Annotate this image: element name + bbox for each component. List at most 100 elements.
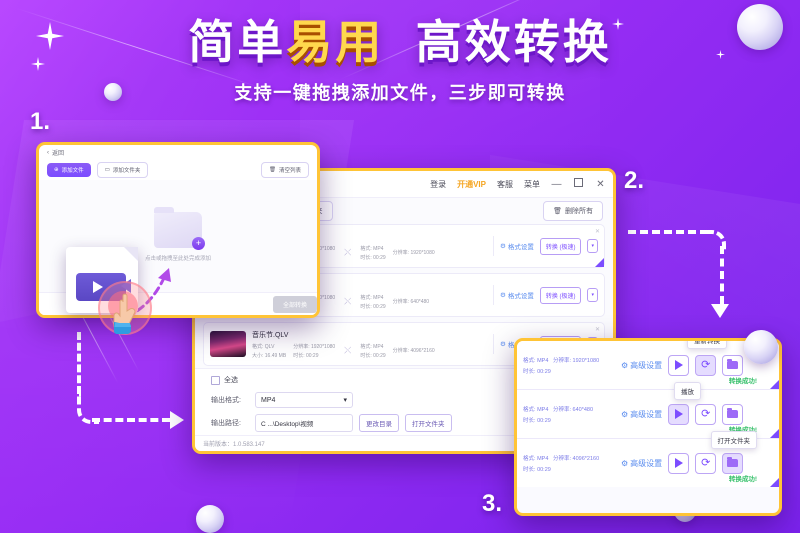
resolution-label: 分辨率:	[552, 357, 571, 364]
guide-arrow-2-vertical	[720, 246, 724, 304]
login-link[interactable]: 登录	[430, 179, 446, 190]
support-link[interactable]: 客服	[497, 179, 513, 190]
tooltip-reconvert: 重新转换	[687, 341, 727, 349]
format-settings-button[interactable]: ⚙格式设置	[500, 290, 534, 300]
resolution-value: 4096*2160	[572, 455, 600, 462]
size-label: 大小:	[252, 352, 264, 359]
corner-marker	[770, 380, 779, 389]
format-label: 格式:	[252, 343, 264, 350]
delete-all-button[interactable]: 🗑 删除所有	[543, 201, 603, 221]
file-name: 音乐节.QLV	[252, 331, 289, 339]
advanced-settings-button[interactable]: ⚙ 高级设置	[621, 409, 662, 420]
gear-icon: ⚙	[499, 292, 506, 299]
src-duration-value: 00:29	[305, 352, 319, 359]
clear-list-button[interactable]: 🗑 清空列表	[261, 162, 309, 178]
out-format-value: MP4	[373, 343, 384, 350]
play-button[interactable]	[668, 403, 690, 425]
open-folder-button[interactable]: 打开文件夹	[405, 414, 452, 432]
reconvert-button[interactable]: ⟳	[695, 354, 717, 376]
advanced-settings-label: 高级设置	[630, 409, 663, 419]
convert-button[interactable]: 转换 (极速)	[539, 237, 582, 255]
close-icon[interactable]: ✕	[595, 326, 600, 333]
output-format-select[interactable]: MP4 ▾	[255, 392, 353, 408]
close-icon[interactable]: ✕	[595, 228, 600, 235]
advanced-settings-label: 高级设置	[630, 458, 663, 468]
refresh-icon: ⟳	[701, 358, 711, 371]
gear-icon: ⚙	[621, 409, 629, 419]
menu-link[interactable]: 菜单	[524, 179, 540, 190]
play-icon	[674, 360, 683, 370]
add-folder-button[interactable]: ▭ 添加文件夹	[96, 162, 149, 178]
divider	[492, 285, 494, 305]
chevron-left-icon[interactable]: ‹	[47, 150, 49, 156]
format-settings-label: 格式设置	[507, 293, 534, 300]
corner-marker	[595, 258, 604, 267]
guide-arrow-2-head	[711, 304, 729, 318]
guide-arrow-1-horizontal	[92, 418, 170, 422]
out-resolution-label: 分辨率:	[392, 348, 410, 354]
out-format-label: 格式:	[360, 294, 372, 301]
shuffle-icon: ⤬	[344, 247, 352, 257]
format-settings-button[interactable]: ⚙格式设置	[500, 241, 534, 251]
src-size-value: 16.49 MB	[264, 352, 287, 359]
close-icon[interactable]: ✕	[595, 179, 606, 190]
format-label: 格式:	[523, 357, 536, 364]
convert-button[interactable]: 转换 (极速)	[539, 286, 582, 304]
chevron-down-icon[interactable]: ▾	[587, 288, 598, 302]
step3-window[interactable]: ✕ 格式: MP4 分辨率: 1920*1080 时长: 00:29 ⚙高级设置…	[514, 338, 782, 516]
list-item[interactable]: 格式: MP4 分辨率: 1920*1080 时长: 00:29 ⚙ 高级设置 ⟳…	[517, 341, 779, 390]
advanced-settings-button[interactable]: ⚙ 高级设置	[621, 360, 662, 371]
folder-icon	[727, 359, 739, 369]
panel1-header: ‹ 返回	[39, 145, 317, 160]
reconvert-button[interactable]: ⟳	[695, 403, 717, 425]
resolution-value: 640*480	[572, 406, 594, 413]
headline-part-3: 高效转换	[415, 16, 612, 68]
corner-marker	[770, 478, 779, 487]
output-path-input[interactable]: C ...\Desktop\视频	[255, 414, 353, 432]
shuffle-icon: ⤬	[344, 296, 352, 306]
shuffle-icon: ⤬	[344, 345, 352, 355]
gear-icon: ⚙	[621, 458, 629, 468]
duration-label: 时长:	[523, 466, 536, 473]
panel1-toolbar: ⊕ 添加文件 ▭ 添加文件夹 🗑 清空列表	[39, 160, 317, 180]
play-button[interactable]	[668, 452, 690, 474]
reconvert-button[interactable]: ⟳	[695, 452, 717, 474]
status-badge: 转换成功!	[728, 378, 757, 385]
headline-title: 简单易用 高效转换	[0, 18, 800, 67]
vip-link[interactable]: 开通VIP	[457, 179, 486, 190]
decorative-sphere	[196, 505, 224, 533]
maximize-icon[interactable]	[573, 178, 584, 190]
corner-marker	[770, 429, 779, 438]
chevron-down-icon[interactable]: ▾	[587, 239, 598, 253]
out-resolution-value: 1920*1080	[410, 250, 435, 256]
open-folder-button[interactable]	[722, 452, 744, 474]
step-number-3: 3.	[482, 490, 503, 517]
open-folder-button[interactable]	[722, 354, 744, 376]
open-folder-button[interactable]	[722, 403, 744, 425]
minimize-icon[interactable]: —	[551, 179, 562, 190]
change-dir-button[interactable]: 更改目录	[359, 414, 399, 432]
folder-icon	[727, 408, 739, 418]
out-duration-value: 00:29	[373, 352, 386, 359]
format-value: MP4	[537, 455, 549, 462]
duration-label: 时长:	[293, 352, 305, 359]
gear-icon: ⚙	[499, 341, 506, 348]
list-item[interactable]: 格式: MP4 分辨率: 4096*2160 时长: 00:29 ⚙ 高级设置 ⟳…	[517, 431, 779, 487]
src-format-value: QLV	[264, 343, 275, 350]
clear-list-label: 清空列表	[278, 168, 301, 174]
resolution-label: 分辨率:	[293, 343, 310, 350]
back-label[interactable]: 返回	[52, 148, 64, 157]
gear-icon: ⚙	[621, 360, 629, 370]
result-meta: 格式: MP4 分辨率: 1920*1080 时长: 00:29	[523, 356, 615, 375]
play-button[interactable]	[668, 354, 690, 376]
hand-cursor-icon	[113, 293, 136, 334]
add-file-button[interactable]: ⊕ 添加文件	[47, 163, 91, 177]
advanced-settings-label: 高级设置	[630, 360, 663, 370]
duration-value: 00:29	[537, 368, 551, 375]
delete-all-label: 删除所有	[565, 208, 593, 215]
duration-value: 00:29	[537, 417, 551, 424]
advanced-settings-button[interactable]: ⚙ 高级设置	[621, 458, 662, 469]
duration-label: 时长:	[523, 417, 536, 424]
add-folder-label: 添加文件夹	[112, 168, 141, 174]
trash-icon: 🗑	[553, 208, 562, 215]
